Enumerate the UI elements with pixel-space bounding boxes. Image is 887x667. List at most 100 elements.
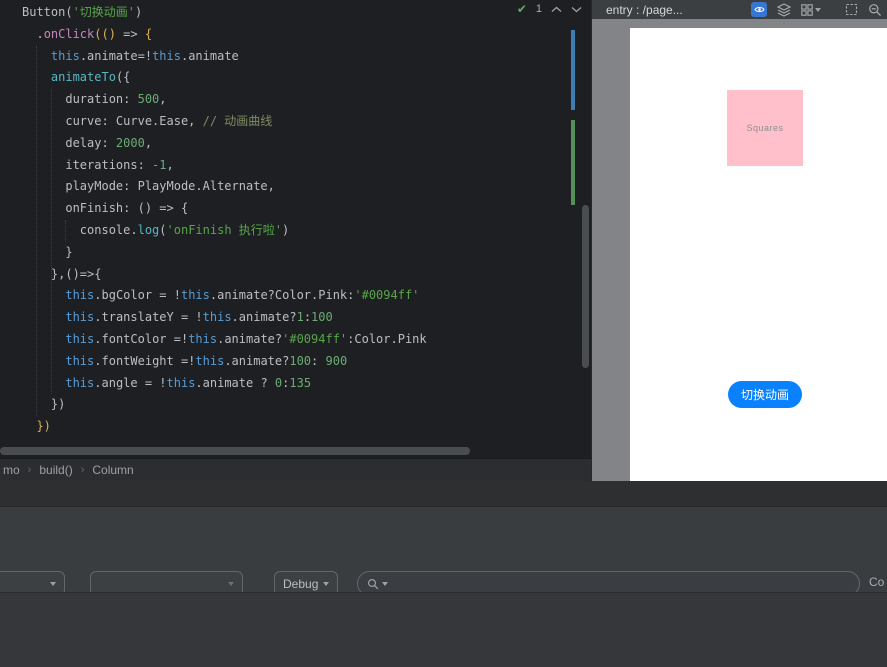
code-token: , [144,135,153,150]
code-token: this [65,353,95,368]
code-token: this [65,288,95,303]
chevron-down-icon [50,581,56,586]
code-token: } [22,244,73,259]
code-token: Button( [22,5,73,19]
code-token: .animate ? [195,375,275,390]
code-token: this [65,375,95,390]
code-line: this.fontColor =!this.animate?'#0094ff':… [22,329,427,351]
code-token: }) [22,397,66,412]
code-token: :Color.Pink [347,331,427,346]
code-token: , [166,157,174,172]
code-token: '#0094ff' [354,288,420,303]
code-line: playMode: PlayMode.Alternate, [22,176,427,198]
chevron-down-icon [815,7,821,12]
code-token: .animate [180,48,239,63]
code-token: this [65,310,95,325]
code-token: },()=>{ [22,266,102,281]
search-input[interactable] [391,576,850,591]
components-grid-icon [801,3,813,16]
code-token: 1 [296,310,304,325]
code-token: ( [159,222,167,237]
code-line: this.animate=!this.animate [22,46,427,68]
code-lines: Button('切换动画') .onClick(() => { this.ani… [22,2,427,438]
preview-canvas: Squares 切换动画 [630,28,887,481]
debug-select-value: Debug [283,576,319,591]
code-token: . [22,26,44,41]
code-token: this [195,353,225,368]
inspections-count: 1 [535,3,542,15]
code-token: .animate?Color.Pink: [209,288,355,303]
code-token: .bgColor = ! [94,288,181,303]
code-token: 2000 [115,135,145,150]
preview-toggle-animation-button[interactable]: 切换动画 [728,381,802,408]
code-token: .fontColor =! [94,331,189,346]
code-token: .animate? [217,331,283,346]
zoom-out-icon[interactable] [868,3,882,17]
previewer-panel: entry : /page... Squares 切换动画 [591,0,887,481]
previous-issue-icon[interactable] [551,6,562,13]
code-line: animateTo({ [22,67,427,89]
vertical-scrollbar[interactable] [582,205,589,368]
code-line: console.log('onFinish 执行啦') [22,220,427,242]
inspections-widget[interactable]: ✔ 1 [517,1,582,17]
code-token: curve: Curve.Ease, [22,113,203,128]
code-token: this [152,48,181,63]
horizontal-scrollbar[interactable] [0,447,470,455]
code-token: .translateY = ! [94,310,203,325]
code-line: duration: 500, [22,89,427,111]
layers-icon[interactable] [777,2,791,17]
code-token: this [202,310,232,325]
components-menu-button[interactable] [801,3,821,16]
code-token: // 动画曲线 [202,113,273,128]
code-token: 100 [311,310,333,325]
code-line: },()=>{ [22,264,427,286]
breadcrumb-item[interactable]: mo [3,463,20,477]
bottom-panel: Debug Co [0,481,887,667]
inspect-toggle-button[interactable] [751,2,767,17]
code-token: 900 [325,353,348,368]
code-token: : [311,353,326,368]
code-token: this [166,375,196,390]
code-token: => [115,26,145,41]
code-token: : [303,310,312,325]
code-line: onFinish: () => { [22,198,427,220]
breadcrumb-item[interactable]: Column [92,463,133,477]
code-token: playMode: PlayMode.Alternate, [22,179,275,194]
ide-window: Button('切换动画') .onClick(() => { this.ani… [0,0,887,667]
frame-icon[interactable] [845,3,858,16]
code-token: log [137,222,160,237]
code-token: 100 [289,353,312,368]
change-marker-blue [571,30,575,110]
code-token: this [65,331,95,346]
bottom-panel-lower [0,592,887,667]
chevron-down-icon [228,581,234,586]
breadcrumb-item[interactable]: build() [39,463,72,477]
code-token: '#0094ff' [282,331,348,346]
code-token: '切换动画' [72,5,136,19]
code-token: this [180,288,210,303]
code-token: ) [135,5,143,19]
previewer-title: entry : /page... [606,2,683,17]
previewer-toolbar [751,2,882,17]
code-line: iterations: -1, [22,155,427,177]
code-token: .animate? [231,310,297,325]
breadcrumb-separator: › [80,464,85,476]
debug-toolbar-row: Debug Co [0,506,887,596]
code-token: 135 [289,375,312,390]
code-token: animateTo [50,70,116,85]
code-token: { [144,26,153,41]
code-token: this [188,331,218,346]
code-token: onFinish: () => { [22,201,189,216]
code-token: .animate? [224,353,290,368]
code-editor[interactable]: Button('切换动画') .onClick(() => { this.ani… [0,0,591,458]
code-token: duration: [22,92,138,107]
preview-square-label: Squares [746,123,784,133]
code-line: curve: Curve.Ease, // 动画曲线 [22,111,427,133]
console-label[interactable]: Co [869,575,884,589]
code-line: Button('切换动画') [22,2,427,24]
code-token: .animate=! [79,48,153,63]
next-issue-icon[interactable] [571,6,582,13]
